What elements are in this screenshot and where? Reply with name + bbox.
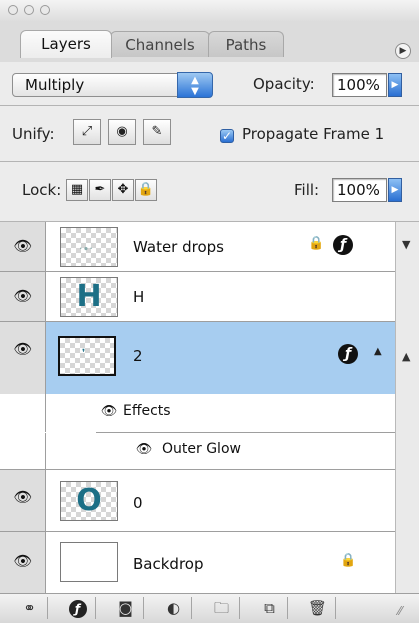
layer-row-2[interactable]: 👁 ❜ 2 ƒ ▲ [0,322,395,394]
scroll-down-icon[interactable]: ▼ [402,238,410,251]
lock-all-icon[interactable]: 🔒 [135,179,157,201]
collapse-effects-icon[interactable]: ▲ [374,346,382,357]
eye-icon[interactable]: 👁 [10,289,36,304]
unify-style-icon[interactable]: ✎ [143,119,171,145]
layer-thumbnail: H [60,277,118,317]
fill-input[interactable]: 100% [332,178,387,202]
fill-slider-button[interactable]: ▶ [388,178,402,202]
effects-row[interactable]: 👁 Effects [0,394,395,432]
eye-icon[interactable]: 👁 [10,490,36,505]
link-layers-icon[interactable]: ⚭ [12,597,48,619]
opacity-label: Opacity: [253,75,315,93]
lock-icon: 🔒 [340,553,357,568]
lock-icon: 🔒 [308,236,325,251]
effect-eye-icon[interactable]: 👁 [131,443,157,457]
visibility-column [0,433,46,469]
layer-name[interactable]: 0 [133,494,143,512]
effect-row-outer-glow[interactable]: 👁 Outer Glow [0,433,395,469]
propagate-label: Propagate Frame 1 [242,125,385,143]
layer-thumbnail: ·∙· [60,227,118,267]
visibility-column: 👁 [0,222,46,271]
window-titlebar [0,0,419,23]
tab-paths[interactable]: Paths [208,31,284,57]
delete-layer-icon[interactable]: 🗑 [300,597,336,619]
add-mask-icon[interactable]: ◙ [108,597,144,619]
new-group-icon[interactable]: 🗀 [204,597,240,619]
close-window-icon[interactable] [8,5,18,15]
layer-name[interactable]: Backdrop [133,555,203,573]
new-fill-adjustment-icon[interactable]: ◐ [156,597,192,619]
water-drops-thumbnail-icon: ·∙· [79,242,93,255]
opacity-slider-button[interactable]: ▶ [388,73,402,97]
unify-label: Unify: [12,125,55,143]
lock-move-icon[interactable]: ✥ [112,179,134,201]
minimize-window-icon[interactable] [24,5,34,15]
effect-name: Outer Glow [162,441,241,457]
thumbnail-text: O [76,483,102,518]
fill-label: Fill: [294,181,320,199]
zoom-window-icon[interactable] [40,5,50,15]
layer-style-icon[interactable]: ƒ [333,235,353,255]
layer-thumbnail [60,542,118,582]
visibility-column [0,394,46,432]
glow-thumbnail-icon: ❜ [82,348,86,359]
blend-mode-stepper-icon[interactable]: ▲ ▼ [177,72,213,98]
effects-label: Effects [123,403,171,419]
layer-thumbnail: ❜ [58,336,116,376]
visibility-column: 👁 [0,272,46,321]
palette-menu-icon[interactable]: ▶ [395,43,411,59]
add-layer-style-icon[interactable]: ƒ [60,597,96,619]
lock-transparency-icon[interactable]: ▦ [66,179,88,201]
layer-name[interactable]: 2 [133,347,143,365]
effects-eye-icon[interactable]: 👁 [96,405,122,419]
tab-layers[interactable]: Layers [20,30,112,58]
visibility-column: 👁 [0,470,46,531]
scroll-up-icon[interactable]: ▲ [402,350,410,363]
tab-channels[interactable]: Channels [110,31,210,57]
layer-row-h[interactable]: 👁 H H [0,272,395,322]
layer-row-water-drops[interactable]: 👁 ·∙· Water drops 🔒 ƒ [0,222,395,272]
unify-visibility-icon[interactable]: ◉ [108,119,136,145]
layer-row-0[interactable]: 👁 O 0 [0,470,395,532]
opacity-input[interactable]: 100% [332,73,387,97]
resize-grip-icon[interactable]: ⁄⁄ [398,604,402,618]
layer-row-backdrop[interactable]: 👁 Backdrop 🔒 [0,532,395,593]
layer-style-icon[interactable]: ƒ [338,344,358,364]
scrollbar[interactable]: ▼ ▲ [395,222,419,593]
eye-icon[interactable]: 👁 [10,342,36,357]
thumbnail-text: H [76,279,102,314]
eye-icon[interactable]: 👁 [10,239,36,254]
propagate-checkbox[interactable]: ✓ [220,129,234,143]
visibility-column: 👁 [0,322,46,394]
lock-paint-icon[interactable]: ✒ [89,179,111,201]
layer-thumbnail: O [60,481,118,521]
unify-position-icon[interactable]: ⤢ [73,119,101,145]
new-layer-icon[interactable]: ⧉ [252,597,288,619]
layer-name[interactable]: Water drops [133,238,224,256]
layer-name[interactable]: H [133,288,144,306]
eye-icon[interactable]: 👁 [10,554,36,569]
visibility-column: 👁 [0,532,46,593]
lock-label: Lock: [22,181,62,199]
